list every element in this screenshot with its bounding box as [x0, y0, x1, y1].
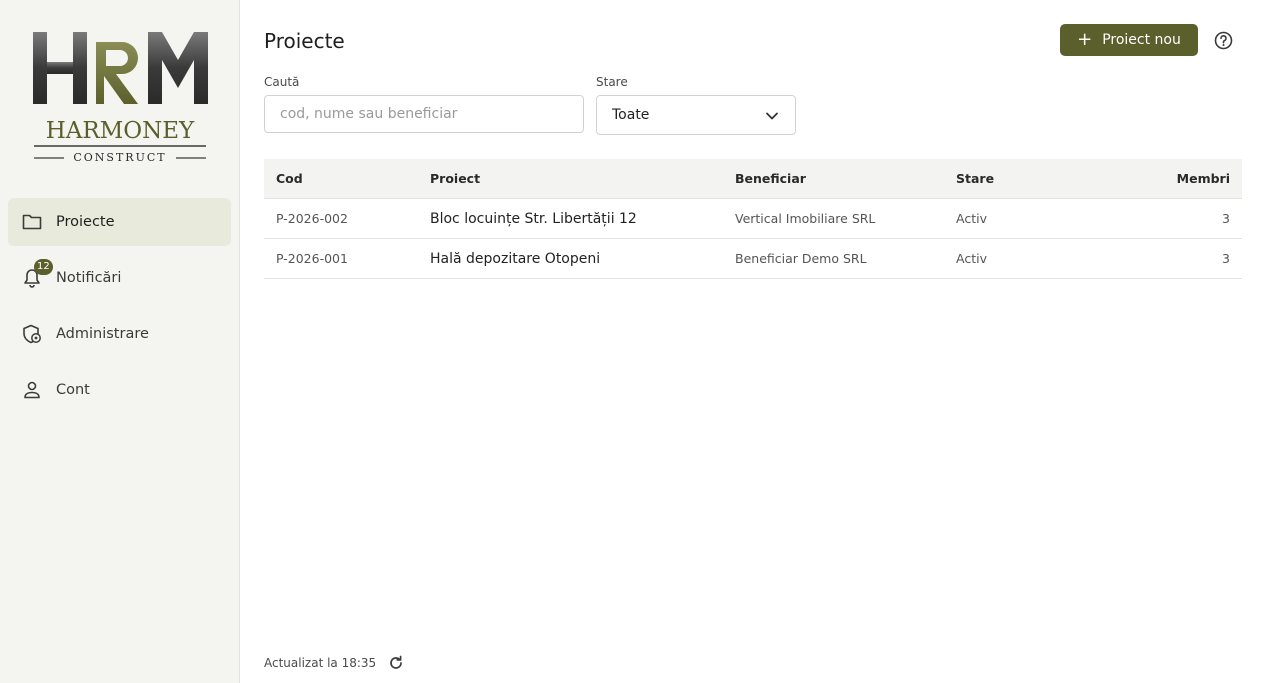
- sidebar-item-notificari[interactable]: 12 Notificări: [8, 254, 231, 302]
- sidebar-item-administrare[interactable]: Administrare: [8, 310, 231, 358]
- table-header: Cod Proiect Beneficiar Stare Membri: [264, 159, 1242, 199]
- cell-status: Activ: [956, 211, 987, 226]
- refresh-icon[interactable]: [388, 655, 404, 671]
- sidebar-item-label: Notificări: [56, 270, 122, 286]
- sidebar-item-label: Cont: [56, 382, 90, 398]
- logo-graphic: HARMONEY CONSTRUCT: [33, 32, 208, 164]
- folder-icon: [22, 212, 42, 232]
- shield-gear-icon: [22, 324, 42, 344]
- notification-count-badge: 12: [34, 259, 53, 275]
- svg-text:HARMONEY: HARMONEY: [46, 118, 195, 144]
- plus-icon: +: [1077, 29, 1093, 50]
- sidebar-nav: Proiecte 12 Notificări Administrare Cont: [8, 198, 231, 422]
- cell-beneficiary: Vertical Imobiliare SRL: [735, 211, 876, 226]
- last-updated-text: Actualizat la 18:35: [264, 656, 377, 670]
- chevron-down-icon: [765, 109, 779, 123]
- new-project-button[interactable]: + Proiect nou: [1060, 24, 1198, 56]
- help-icon[interactable]: [1214, 31, 1233, 50]
- sidebar-item-label: Administrare: [56, 326, 149, 342]
- search-input[interactable]: [264, 95, 584, 133]
- status-label: Stare: [596, 75, 628, 89]
- sidebar-item-cont[interactable]: Cont: [8, 366, 231, 414]
- table-row[interactable]: P-2026-001 Hală depozitare Otopeni Benef…: [264, 239, 1242, 279]
- column-header-membri[interactable]: Membri: [1177, 171, 1230, 186]
- cell-project-name: Bloc locuințe Str. Libertății 12: [430, 210, 637, 227]
- column-header-proiect[interactable]: Proiect: [430, 171, 480, 186]
- sidebar: HARMONEY CONSTRUCT Proiecte 12 Notificăr…: [0, 0, 240, 683]
- column-header-beneficiar[interactable]: Beneficiar: [735, 171, 806, 186]
- harmoney-logo: HARMONEY CONSTRUCT: [30, 28, 210, 166]
- svg-text:CONSTRUCT: CONSTRUCT: [73, 151, 166, 164]
- column-header-stare[interactable]: Stare: [956, 171, 994, 186]
- main-content: Proiecte + Proiect nou Caută Stare Toate…: [240, 0, 1266, 683]
- sidebar-item-label: Proiecte: [56, 214, 115, 230]
- status-select[interactable]: Toate: [596, 95, 796, 135]
- cell-code: P-2026-001: [276, 251, 348, 266]
- search-label: Caută: [264, 75, 300, 89]
- bell-icon: 12: [22, 259, 53, 288]
- table-row[interactable]: P-2026-002 Bloc locuințe Str. Libertății…: [264, 199, 1242, 239]
- footer-status: Actualizat la 18:35: [264, 655, 404, 671]
- projects-table: Cod Proiect Beneficiar Stare Membri P-20…: [264, 159, 1242, 279]
- cell-beneficiary: Beneficiar Demo SRL: [735, 251, 867, 266]
- page-title: Proiecte: [264, 29, 345, 53]
- new-project-button-label: Proiect nou: [1102, 32, 1181, 48]
- sidebar-item-proiecte[interactable]: Proiecte: [8, 198, 231, 246]
- cell-project-name: Hală depozitare Otopeni: [430, 250, 601, 267]
- cell-status: Activ: [956, 251, 987, 266]
- cell-members: 3: [1222, 211, 1230, 226]
- status-select-value: Toate: [612, 107, 650, 123]
- column-header-cod[interactable]: Cod: [276, 171, 303, 186]
- person-icon: [22, 380, 42, 400]
- cell-members: 3: [1222, 251, 1230, 266]
- cell-code: P-2026-002: [276, 211, 348, 226]
